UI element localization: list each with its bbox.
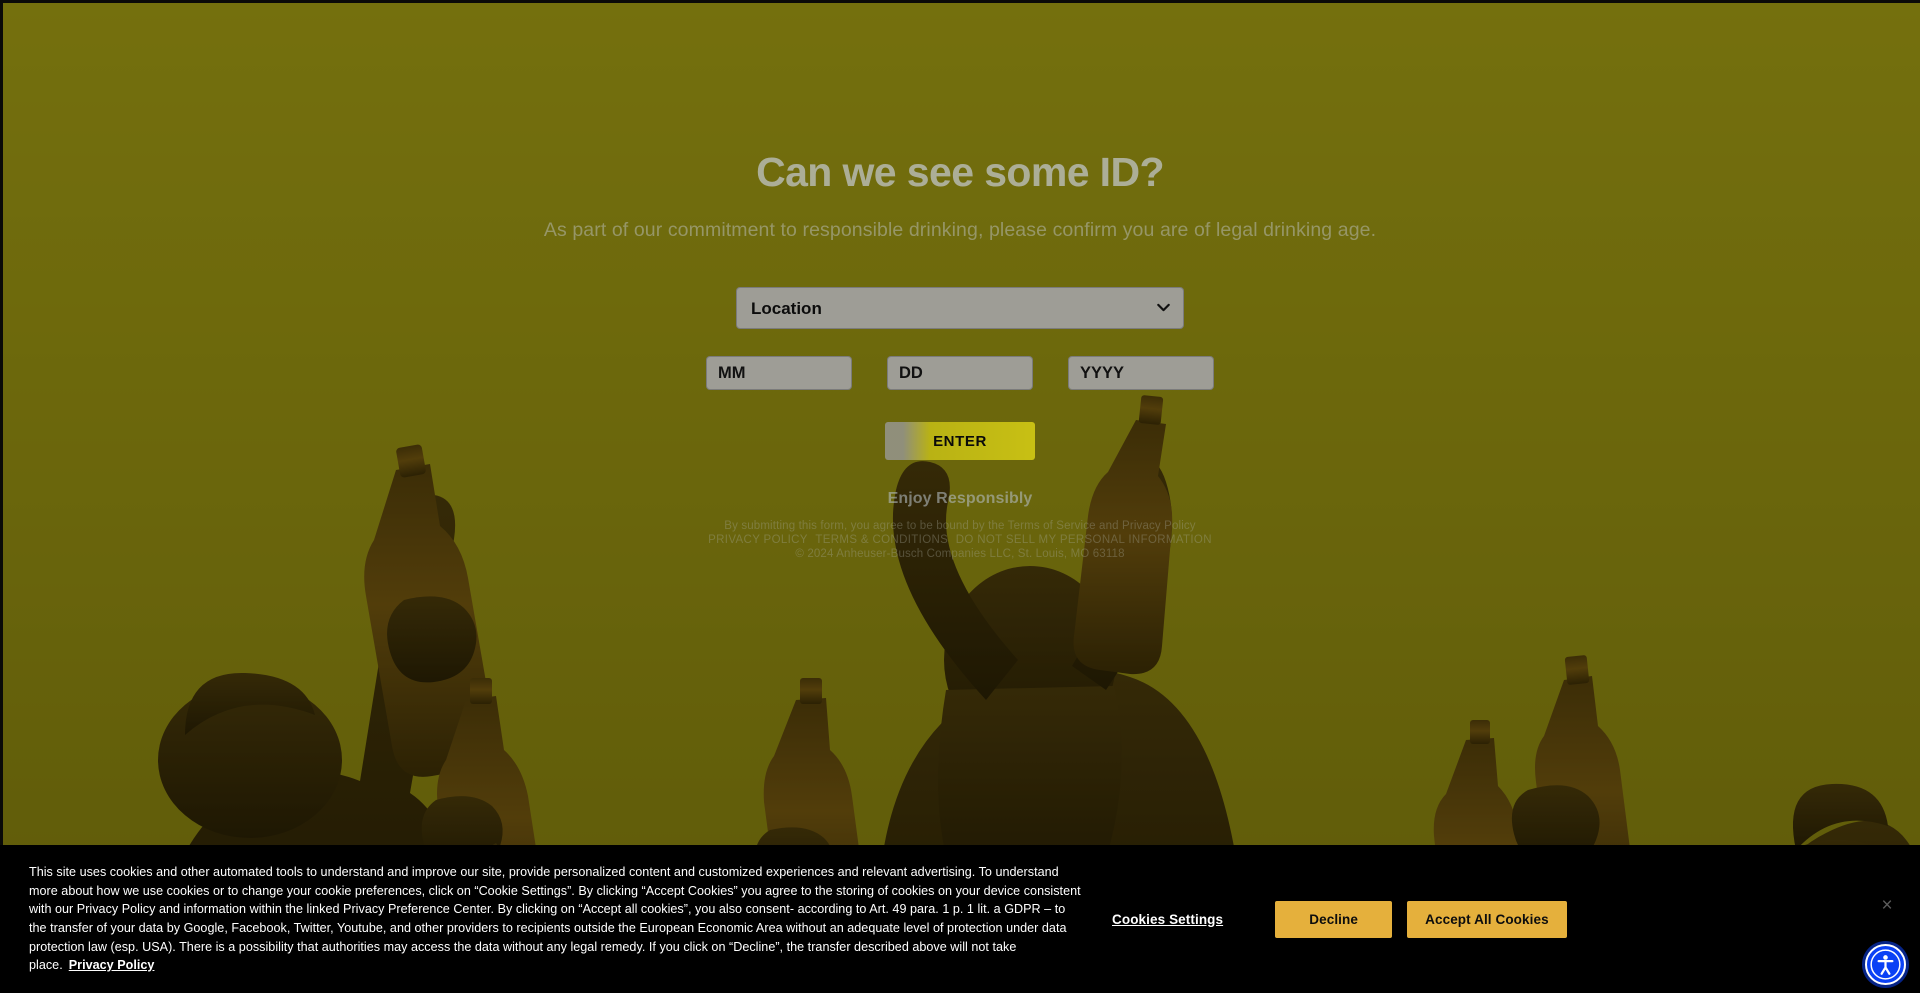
legal-footer: By submitting this form, you agree to be…	[706, 519, 1214, 561]
legal-links-row: PRIVACY POLICY TERMS & CONDITIONS DO NOT…	[706, 533, 1214, 547]
privacy-policy-link[interactable]: PRIVACY POLICY	[708, 534, 808, 546]
close-icon[interactable]: ×	[1876, 895, 1898, 917]
cookie-banner-actions: Cookies Settings Decline Accept All Cook…	[1112, 900, 1567, 938]
terms-conditions-link[interactable]: TERMS & CONDITIONS	[815, 534, 948, 546]
age-gate-subtitle: As part of our commitment to responsible…	[543, 219, 1377, 242]
age-gate-content: Can we see some ID? As part of our commi…	[0, 149, 1920, 561]
terms-line: By submitting this form, you agree to be…	[724, 520, 1196, 533]
enter-button[interactable]: ENTER	[885, 422, 1035, 461]
cookie-banner-text: This site uses cookies and other automat…	[29, 863, 1084, 975]
decline-cookies-button[interactable]: Decline	[1275, 900, 1393, 938]
enjoy-responsibly-text: Enjoy Responsibly	[887, 490, 1033, 508]
birth-month-input[interactable]	[706, 356, 852, 391]
birthdate-row	[706, 356, 1214, 391]
page-title: Can we see some ID?	[756, 149, 1164, 195]
copyright-text: © 2024 Anheuser-Busch Companies LLC, St.…	[795, 548, 1125, 561]
cookie-privacy-policy-link[interactable]: Privacy Policy	[69, 958, 155, 972]
location-select-wrapper: Location	[736, 287, 1184, 330]
accept-all-cookies-button[interactable]: Accept All Cookies	[1407, 900, 1567, 938]
cookie-consent-banner: This site uses cookies and other automat…	[0, 845, 1920, 993]
cookie-banner-body: This site uses cookies and other automat…	[29, 865, 1081, 973]
location-select[interactable]: Location	[736, 287, 1184, 330]
accessibility-icon[interactable]	[1865, 944, 1906, 985]
age-gate-form: Location ENTER	[706, 287, 1214, 461]
birth-day-input[interactable]	[887, 356, 1033, 391]
birth-year-input[interactable]	[1068, 356, 1214, 391]
do-not-sell-link[interactable]: DO NOT SELL MY PERSONAL INFORMATION	[956, 534, 1212, 546]
cookies-settings-button[interactable]: Cookies Settings	[1112, 912, 1223, 927]
